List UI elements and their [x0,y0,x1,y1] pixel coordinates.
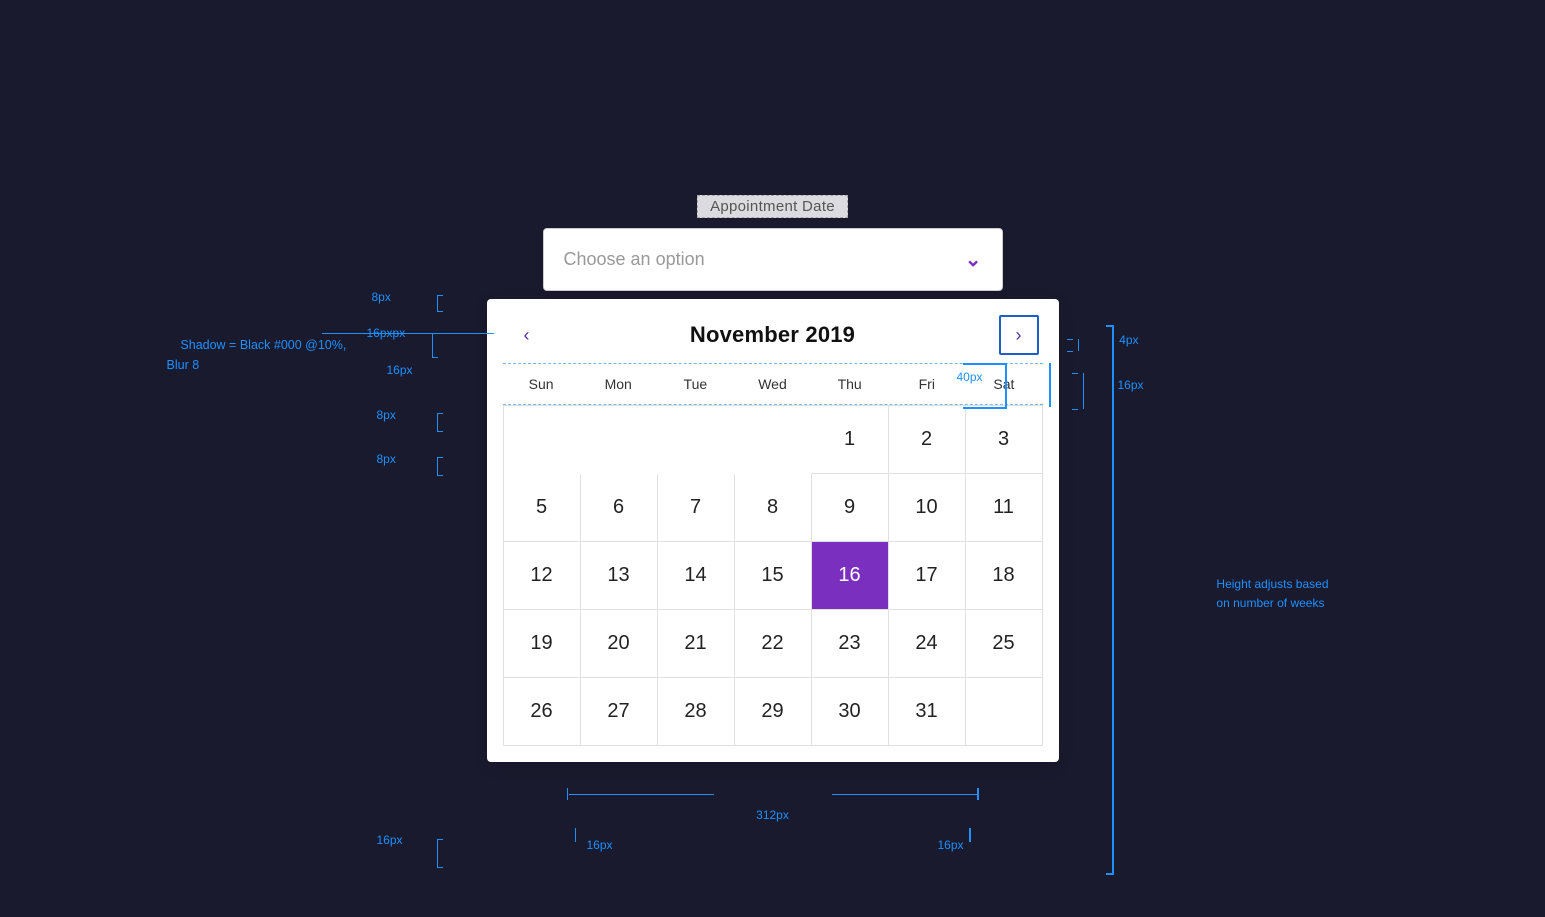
dropdown-placeholder: Choose an option [564,249,705,270]
calendar-day-26[interactable]: 26 [504,678,581,746]
calendar-day-10[interactable]: 10 [889,474,966,542]
calendar-empty [735,406,812,474]
chevron-left-icon: ‹ [524,325,530,346]
4px-annotation: 4px [1119,333,1138,347]
day-name-wed: Wed [734,372,811,396]
calendar-day-21[interactable]: 21 [658,610,735,678]
16px-bottom-left-annotation: 16px [587,838,613,852]
calendar-day-22[interactable]: 22 [735,610,812,678]
calendar-day-18[interactable]: 18 [966,542,1043,610]
day-name-thu: Thu [811,372,888,396]
calendar-day-17[interactable]: 17 [889,542,966,610]
calendar-day-9[interactable]: 9 [812,474,889,542]
day-name-sun: Sun [503,372,580,396]
8px-top-annotation: 16pxpx [367,326,406,340]
next-month-button[interactable]: › [999,315,1039,355]
calendar-day-14[interactable]: 14 [658,542,735,610]
dropdown-select[interactable]: Choose an option ⌄ [543,228,1003,291]
calendar-grid: 1235678910111213141516171819202122232425… [503,405,1043,746]
calendar-day-1[interactable]: 1 [812,406,889,474]
8px-spacing-annotation-2: 8px [377,452,396,466]
shadow-annotation: Shadow = Black #000 @10%, Blur 8 [167,315,347,395]
calendar-day-29[interactable]: 29 [735,678,812,746]
16px-left-annotation: 16px [387,363,413,377]
calendar-day-2[interactable]: 2 [889,406,966,474]
calendar-day-6[interactable]: 6 [581,474,658,542]
calendar-day-15[interactable]: 15 [735,542,812,610]
calendar-empty-end [966,678,1043,746]
calendar-day-13[interactable]: 13 [581,542,658,610]
calendar-panel: ‹ November 2019 › SunMonTueWedThuFriSat … [487,299,1059,762]
chevron-down-icon: ⌄ [965,247,982,272]
calendar-day-5[interactable]: 5 [504,474,581,542]
calendar-day-31[interactable]: 31 [889,678,966,746]
8px-spacing-annotation-1: 8px [377,408,396,422]
calendar-day-27[interactable]: 27 [581,678,658,746]
calendar-day-8[interactable]: 8 [735,474,812,542]
calendar-day-16[interactable]: 16 [812,542,889,610]
calendar-empty [658,406,735,474]
40px-annotation: 40px [956,370,982,384]
month-year-title: November 2019 [547,322,999,348]
8px-dropdown-annotation: 8px [372,290,391,304]
calendar-empty [504,406,581,474]
16px-right-annotation: 16px [1117,378,1143,392]
calendar-day-28[interactable]: 28 [658,678,735,746]
day-name-mon: Mon [580,372,657,396]
day-name-fri: Fri [888,372,965,396]
calendar-empty [581,406,658,474]
calendar-day-23[interactable]: 23 [812,610,889,678]
calendar-day-20[interactable]: 20 [581,610,658,678]
calendar-day-30[interactable]: 30 [812,678,889,746]
calendar-day-7[interactable]: 7 [658,474,735,542]
16px-bottom-right-annotation: 16px [937,838,963,852]
appointment-date-label: Appointment Date [697,195,848,218]
calendar-day-24[interactable]: 24 [889,610,966,678]
calendar-header: ‹ November 2019 › [503,315,1043,355]
calendar-day-19[interactable]: 19 [504,610,581,678]
day-name-tue: Tue [657,372,734,396]
calendar-day-3[interactable]: 3 [966,406,1043,474]
chevron-right-icon: › [1016,325,1022,346]
calendar-day-12[interactable]: 12 [504,542,581,610]
16px-bottom-annotation: 16px [377,833,403,847]
height-adjusts-annotation: Height adjusts basedon number of weeks [1216,575,1328,613]
calendar-day-25[interactable]: 25 [966,610,1043,678]
calendar-day-11[interactable]: 11 [966,474,1043,542]
312px-width-annotation: 312px [756,808,789,822]
prev-month-button[interactable]: ‹ [507,315,547,355]
